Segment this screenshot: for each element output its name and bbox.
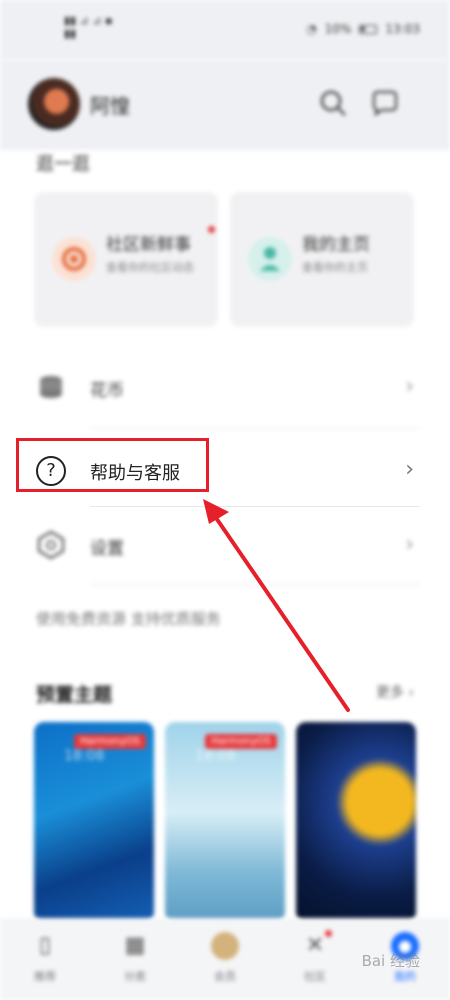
nav-label: 推荐	[34, 970, 56, 983]
nav-item-recommend[interactable]: ▯ 推荐	[0, 918, 90, 1000]
footer-note: 使用免费资源 支持优质服务	[36, 610, 221, 628]
grid-icon: ▦	[124, 933, 146, 958]
community-icon	[52, 237, 96, 281]
coins-label: 花币	[90, 381, 124, 401]
theme-time: 18:08	[195, 748, 236, 764]
my-homepage-card[interactable]: 我的主页 查看你的主页	[230, 192, 414, 327]
divider	[90, 506, 420, 507]
harmonyos-badge: HarmonyOS	[205, 734, 277, 749]
harmonyos-badge: HarmonyOS	[74, 734, 146, 749]
community-icon: ✕	[305, 933, 325, 958]
theme-thumbnail-2[interactable]: HarmonyOS 18:08	[165, 722, 285, 922]
battery-icon	[359, 24, 378, 34]
nav-item-community[interactable]: ✕ 社区	[270, 918, 360, 1000]
watermark: Bai 经验	[361, 952, 420, 970]
member-icon	[211, 932, 239, 960]
battery-percent: 10%	[324, 22, 352, 36]
avatar[interactable]	[28, 78, 80, 130]
highlight-box	[16, 438, 209, 492]
status-right-group: ◔ 10% 13:03	[306, 22, 420, 36]
coins-icon	[36, 372, 66, 402]
wifi-icon: ◔	[306, 22, 317, 36]
nav-label: 社区	[304, 970, 326, 983]
more-label: 更多	[375, 685, 404, 701]
nav-item-category[interactable]: ▦ 分类	[90, 918, 180, 1000]
nav-label: 分类	[124, 970, 146, 983]
card-title: 社区新鲜事	[106, 235, 191, 255]
chevron-right-icon: ›	[405, 374, 414, 399]
chevron-right-icon: ›	[405, 532, 414, 557]
settings-hexagon-icon	[36, 530, 66, 560]
coins-row[interactable]: 花币 ›	[0, 350, 450, 428]
profile-header: 阿惶	[0, 60, 450, 150]
card-subtitle: 查看你的主页	[302, 261, 368, 274]
more-link[interactable]: 更多 ›	[376, 682, 414, 702]
status-bar: ▮▮ ⊿ ⊿ ▪ ▮▮ ◔ 10% 13:03	[0, 0, 450, 60]
settings-label: 设置	[90, 539, 124, 559]
section-label: 逛一逛	[36, 154, 90, 175]
recommend-icon: ▯	[38, 933, 52, 958]
clock: 13:03	[385, 22, 420, 36]
message-icon[interactable]	[370, 88, 400, 118]
homepage-icon	[248, 237, 292, 281]
nav-label: 会员	[214, 970, 236, 983]
chevron-right-icon: ›	[405, 457, 414, 482]
divider	[90, 584, 420, 585]
settings-row[interactable]: 设置 ›	[0, 508, 450, 586]
notification-dot	[208, 226, 215, 233]
theme-thumbnail-1[interactable]: HarmonyOS 18:08	[34, 722, 154, 922]
notification-dot	[325, 930, 332, 937]
theme-thumbnail-3[interactable]	[296, 722, 416, 922]
username[interactable]: 阿惶	[90, 90, 130, 119]
card-title: 我的主页	[302, 235, 370, 255]
preset-themes-title: 预置主题	[36, 684, 113, 706]
nav-item-member[interactable]: 会员	[180, 918, 270, 1000]
divider	[90, 428, 420, 429]
theme-time: 18:08	[64, 748, 105, 764]
signal-indicator: ▮▮ ⊿ ⊿ ▪ ▮▮	[64, 14, 113, 40]
card-subtitle: 查看你的社区动态	[106, 261, 194, 274]
search-icon[interactable]	[318, 88, 348, 118]
community-news-card[interactable]: 社区新鲜事 查看你的社区动态	[34, 192, 218, 327]
